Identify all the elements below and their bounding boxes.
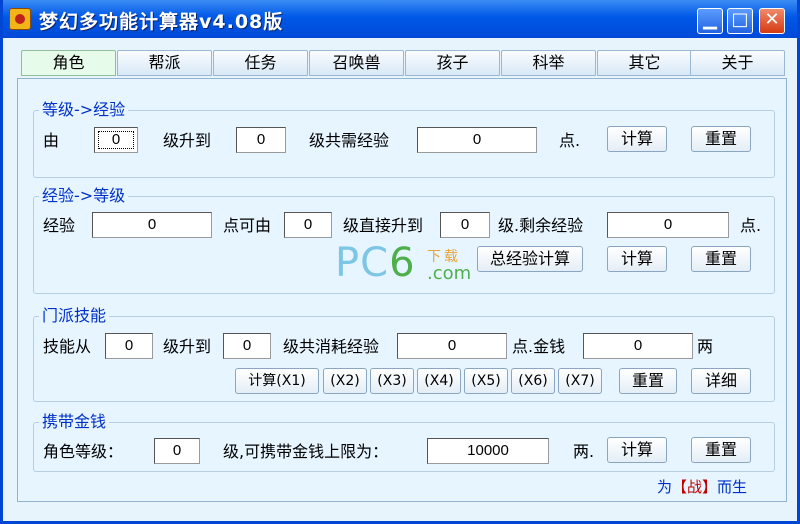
role-level-label: 角色等级： xyxy=(43,442,124,461)
calc-x2-button[interactable]: (X2) xyxy=(323,368,367,394)
exp-input[interactable]: 0 xyxy=(92,212,212,238)
tab-guild[interactable]: 帮派 xyxy=(117,50,212,76)
calc-x5-button[interactable]: (X5) xyxy=(464,368,508,394)
from-label: 由 xyxy=(43,131,60,150)
required-exp-output[interactable]: 0 xyxy=(417,127,537,153)
group-title-exp-to-level: 经验->等级 xyxy=(39,187,129,205)
tab-other[interactable]: 其它 xyxy=(597,50,692,76)
pc6-watermark: PC6 下载 .com xyxy=(335,240,471,286)
title-bar[interactable]: 梦幻多功能计算器v4.08版 ▁ □ ✕ xyxy=(3,0,797,38)
upgrade-to-label: 级升到 xyxy=(163,337,212,356)
total-exp-label: 级共需经验 xyxy=(309,131,390,150)
reset-button[interactable]: 重置 xyxy=(691,126,751,152)
current-level-input[interactable]: 0 xyxy=(284,212,332,238)
target-level-input[interactable]: 0 xyxy=(236,127,286,153)
money-label: 点.金钱 xyxy=(512,337,566,356)
calc-button[interactable]: 计算 xyxy=(607,246,667,272)
group-title-carry-money: 携带金钱 xyxy=(39,413,110,431)
calc-x1-button[interactable]: 计算(X1) xyxy=(235,368,319,394)
money-limit-output[interactable]: 10000 xyxy=(427,438,549,464)
start-level-input[interactable]: 0 xyxy=(94,127,138,153)
footer-highlight: 【战】 xyxy=(672,478,718,496)
group-title-sect-skills: 门派技能 xyxy=(39,307,110,325)
money-limit-label: 级,可携带金钱上限为： xyxy=(223,442,389,461)
calc-x3-button[interactable]: (X3) xyxy=(370,368,414,394)
close-button[interactable]: ✕ xyxy=(759,8,785,34)
tab-bar: 角色 帮派 任务 召唤兽 孩子 科举 其它 关于 xyxy=(17,50,787,78)
calc-button[interactable]: 计算 xyxy=(607,126,667,152)
main-window: 梦幻多功能计算器v4.08版 ▁ □ ✕ 角色 帮派 任务 召唤兽 孩子 科举 … xyxy=(0,0,800,524)
watermark-six: 6 xyxy=(389,240,416,286)
taels-unit-label: 两. xyxy=(573,442,595,461)
tab-quest[interactable]: 任务 xyxy=(213,50,308,76)
window-title: 梦幻多功能计算器v4.08版 xyxy=(39,11,284,33)
skill-exp-output[interactable]: 0 xyxy=(397,333,507,359)
group-title-level-to-exp: 等级->经验 xyxy=(39,101,129,119)
skill-from-label: 技能从 xyxy=(43,337,92,356)
total-exp-calc-button[interactable]: 总经验计算 xyxy=(477,246,583,272)
footer-suffix: 而生 xyxy=(717,478,748,496)
upgrade-to-label: 级升到 xyxy=(163,131,212,150)
minimize-button[interactable]: ▁ xyxy=(697,8,723,34)
watermark-com: .com xyxy=(427,263,472,284)
calc-x6-button[interactable]: (X6) xyxy=(511,368,555,394)
points-unit-label: 点. xyxy=(559,131,581,150)
role-level-input[interactable]: 0 xyxy=(154,438,200,464)
calc-x7-button[interactable]: (X7) xyxy=(558,368,602,394)
exp-label: 经验 xyxy=(43,216,76,235)
footer-prefix: 为 xyxy=(657,478,673,496)
direct-upgrade-label: 级直接升到 xyxy=(343,216,424,235)
reset-button[interactable]: 重置 xyxy=(691,246,751,272)
skill-target-level-input[interactable]: 0 xyxy=(223,333,271,359)
consume-exp-label: 级共消耗经验 xyxy=(283,337,380,356)
tab-child[interactable]: 孩子 xyxy=(405,50,500,76)
footer-slogan: 为【战】而生 xyxy=(657,476,747,497)
tab-about[interactable]: 关于 xyxy=(690,50,785,76)
calc-x4-button[interactable]: (X4) xyxy=(417,368,461,394)
app-icon[interactable] xyxy=(9,8,31,30)
tab-exam[interactable]: 科举 xyxy=(501,50,596,76)
skill-money-output[interactable]: 0 xyxy=(583,333,693,359)
maximize-button[interactable]: □ xyxy=(727,8,753,34)
calc-button[interactable]: 计算 xyxy=(607,437,667,463)
remaining-exp-output[interactable]: 0 xyxy=(607,212,729,238)
tab-summon[interactable]: 召唤兽 xyxy=(309,50,404,76)
points-unit-label: 点. xyxy=(740,216,762,235)
reach-level-output[interactable]: 0 xyxy=(440,212,490,238)
tab-character[interactable]: 角色 xyxy=(21,50,116,76)
from-level-label: 点可由 xyxy=(223,216,272,235)
remaining-exp-label: 级.剩余经验 xyxy=(498,216,584,235)
money-unit-label: 两 xyxy=(697,337,714,356)
reset-button[interactable]: 重置 xyxy=(691,437,751,463)
detail-button[interactable]: 详细 xyxy=(691,368,751,394)
watermark-pc: PC xyxy=(335,240,390,286)
reset-button[interactable]: 重置 xyxy=(619,368,677,394)
skill-start-level-input[interactable]: 0 xyxy=(105,333,153,359)
